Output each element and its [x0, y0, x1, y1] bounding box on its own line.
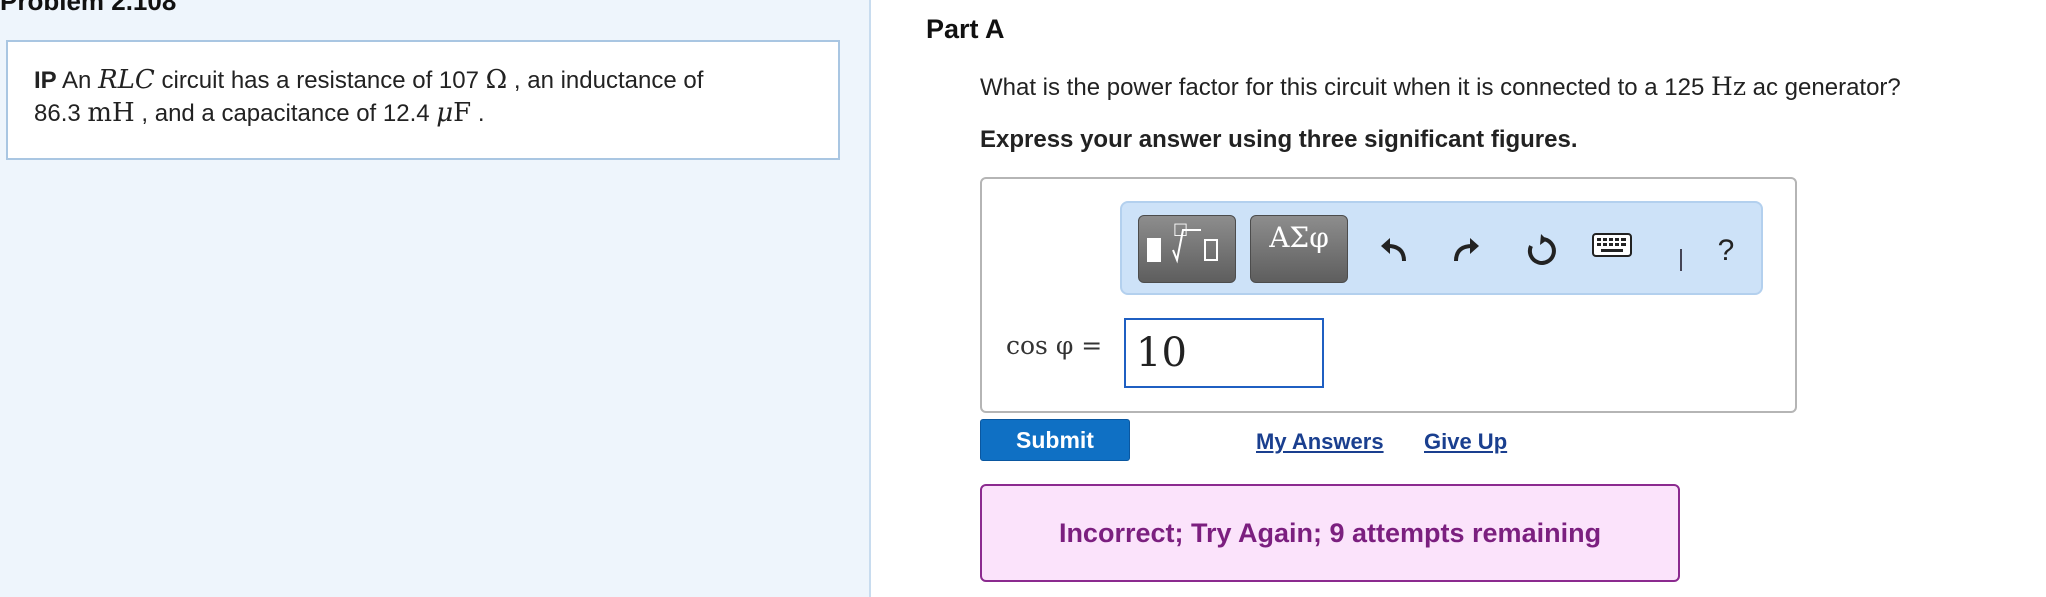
keyboard-icon[interactable]	[1592, 225, 1632, 265]
panel-divider	[869, 0, 871, 597]
toolbar-separator	[1680, 249, 1682, 271]
problem-text: , and a capacitance of 12.4	[134, 100, 437, 127]
answer-input[interactable]	[1124, 318, 1324, 388]
question-part: What is the power factor for this circui…	[980, 74, 1712, 101]
templates-icon: □	[1147, 219, 1218, 264]
hz-unit: Hz	[1711, 72, 1746, 101]
question-text: What is the power factor for this circui…	[980, 72, 1901, 102]
feedback-message: Incorrect; Try Again; 9 attempts remaini…	[980, 484, 1680, 582]
problem-statement: IP An RLC circuit has a resistance of 10…	[6, 40, 840, 160]
svg-text:□: □	[1173, 219, 1188, 238]
my-answers-link[interactable]: My Answers	[1256, 429, 1384, 455]
problem-text: circuit has a resistance of 107	[154, 67, 486, 94]
submit-button[interactable]: Submit	[980, 419, 1130, 461]
redo-icon[interactable]	[1446, 231, 1486, 271]
instruction-text: Express your answer using three signific…	[980, 126, 1578, 153]
ip-label: IP	[34, 67, 57, 94]
math-toolbar: □ ΑΣφ ?	[1120, 201, 1763, 295]
templates-button[interactable]: □	[1138, 215, 1236, 283]
problem-text: 86.3	[34, 100, 88, 127]
problem-text: , an inductance of	[507, 67, 704, 94]
greek-symbols-button[interactable]: ΑΣφ	[1250, 215, 1348, 283]
problem-text: An	[56, 67, 99, 94]
problem-title: Problem 2.108	[0, 0, 177, 16]
part-title: Part A	[926, 14, 1005, 44]
mh-unit: mH	[87, 98, 135, 128]
reset-icon[interactable]	[1522, 231, 1562, 271]
answer-area: □ ΑΣφ ? cos φ =	[980, 177, 1797, 413]
question-part: ac generator?	[1746, 74, 1901, 101]
undo-icon[interactable]	[1374, 231, 1414, 271]
give-up-link[interactable]: Give Up	[1424, 429, 1507, 455]
ohm-symbol: Ω	[485, 65, 508, 95]
rlc-symbol: RLC	[98, 65, 155, 95]
help-button[interactable]: ?	[1708, 229, 1744, 273]
answer-label: cos φ =	[1006, 331, 1103, 360]
problem-text: .	[471, 100, 485, 127]
farad-unit: F	[453, 98, 472, 128]
mu-symbol: μ	[436, 98, 454, 128]
